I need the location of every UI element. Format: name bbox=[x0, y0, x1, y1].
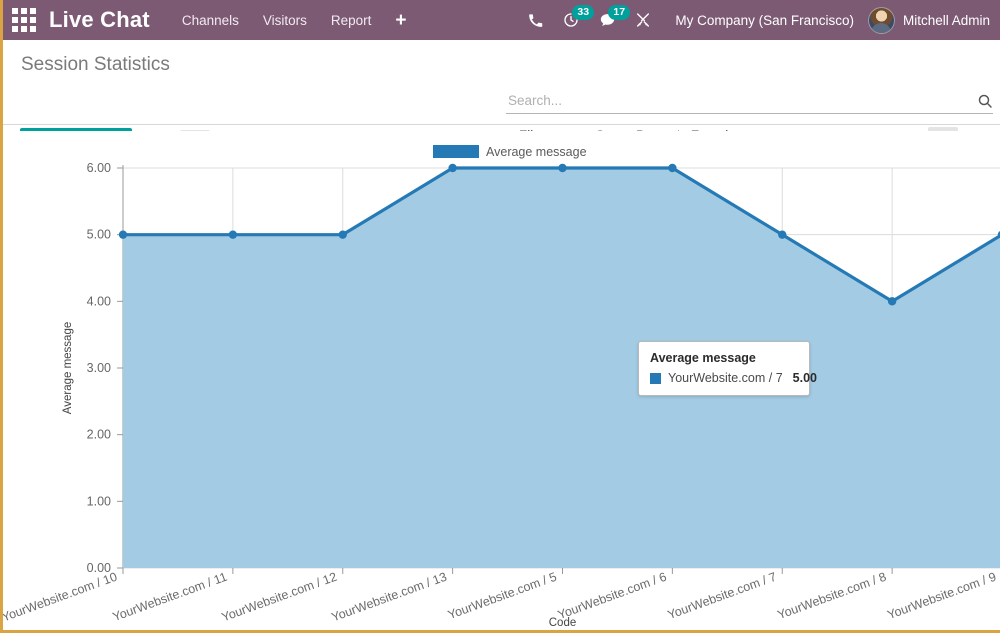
tooltip-row: YourWebsite.com / 7 5.00 bbox=[650, 371, 817, 385]
tools-wrench-icon[interactable] bbox=[625, 0, 661, 40]
chart-tooltip: Average message YourWebsite.com / 7 5.00 bbox=[638, 341, 817, 396]
y-axis-tick-label: 3.00 bbox=[87, 361, 111, 375]
user-name-label: Mitchell Admin bbox=[902, 12, 990, 28]
avatar bbox=[867, 6, 895, 34]
area-chart[interactable]: 0.001.002.003.004.005.006.00YourWebsite.… bbox=[3, 131, 1000, 630]
chart-legend[interactable]: Average message bbox=[433, 145, 587, 159]
odoo-live-chat-app: Live Chat Channels Visitors Report + 33 bbox=[0, 0, 1000, 633]
x-axis-tick-label: YourWebsite.com / 5 bbox=[446, 570, 559, 622]
x-axis-tick-label: YourWebsite.com / 13 bbox=[330, 570, 449, 625]
search-bar bbox=[506, 92, 993, 114]
data-point[interactable] bbox=[887, 297, 897, 306]
tooltip-value: 5.00 bbox=[792, 371, 817, 385]
phone-icon[interactable] bbox=[517, 0, 553, 40]
data-point[interactable] bbox=[778, 230, 787, 239]
tooltip-title: Average message bbox=[650, 351, 756, 365]
x-axis-tick-label: YourWebsite.com / 11 bbox=[111, 570, 229, 624]
app-brand-title[interactable]: Live Chat bbox=[49, 7, 150, 33]
area-fill bbox=[123, 168, 1000, 568]
data-point[interactable] bbox=[338, 230, 347, 239]
y-axis-tick-label: 4.00 bbox=[87, 294, 111, 308]
apps-grid-icon[interactable] bbox=[11, 7, 37, 33]
user-menu[interactable]: Mitchell Admin bbox=[867, 6, 990, 34]
page-title: Session Statistics bbox=[21, 54, 170, 75]
x-axis-tick-label: YourWebsite.com / 6 bbox=[556, 570, 669, 622]
control-panel-top-row: Session Statistics bbox=[3, 40, 1000, 76]
x-axis-tick-label: YourWebsite.com / 10 bbox=[3, 570, 119, 625]
menu-item-channels[interactable]: Channels bbox=[182, 13, 239, 28]
x-axis-tick-label: YourWebsite.com / 8 bbox=[776, 570, 889, 622]
data-point[interactable] bbox=[558, 163, 567, 173]
tooltip-key: YourWebsite.com / 7 bbox=[668, 371, 783, 385]
x-axis-tick-label: YourWebsite.com / 9 bbox=[885, 570, 998, 622]
menu-item-add[interactable]: + bbox=[395, 11, 406, 30]
y-axis-tick-label: 5.00 bbox=[87, 228, 111, 242]
y-axis-tick-label: 6.00 bbox=[87, 161, 111, 175]
y-axis-title: Average message bbox=[62, 322, 74, 414]
tooltip-color-swatch bbox=[650, 372, 661, 384]
y-axis-tick-label: 2.00 bbox=[87, 428, 111, 442]
x-axis-tick-label: YourWebsite.com / 7 bbox=[666, 570, 779, 622]
messages-chat-icon[interactable]: 17 bbox=[589, 0, 631, 40]
legend-swatch bbox=[433, 145, 479, 158]
data-point[interactable] bbox=[118, 230, 128, 239]
search-input[interactable] bbox=[506, 92, 977, 109]
top-navbar: Live Chat Channels Visitors Report + 33 bbox=[3, 0, 1000, 40]
menu-item-visitors[interactable]: Visitors bbox=[263, 13, 307, 28]
company-switcher[interactable]: My Company (San Francisco) bbox=[675, 13, 854, 28]
main-menu: Channels Visitors Report + bbox=[182, 11, 407, 30]
y-axis-tick-label: 1.00 bbox=[87, 494, 111, 508]
data-point[interactable] bbox=[668, 163, 677, 173]
search-icon[interactable] bbox=[977, 93, 993, 109]
control-panel: Session Statistics MEASURES bbox=[3, 40, 1000, 160]
x-axis-title: Code bbox=[549, 617, 577, 629]
activity-clock-icon[interactable]: 33 bbox=[553, 0, 595, 40]
data-point[interactable] bbox=[448, 163, 457, 173]
data-point[interactable] bbox=[228, 230, 238, 239]
menu-item-report[interactable]: Report bbox=[331, 13, 372, 28]
systray: 33 17 My Company (San Francisco) Mitchel… bbox=[517, 0, 990, 40]
graph-view: 0.00 1.00 2.00 3.00 4.00 5.00 6.00 YourWebsite.… bbox=[3, 131, 1000, 633]
x-axis-tick-label: YourWebsite.com / 12 bbox=[220, 570, 339, 625]
legend-label: Average message bbox=[486, 145, 587, 159]
